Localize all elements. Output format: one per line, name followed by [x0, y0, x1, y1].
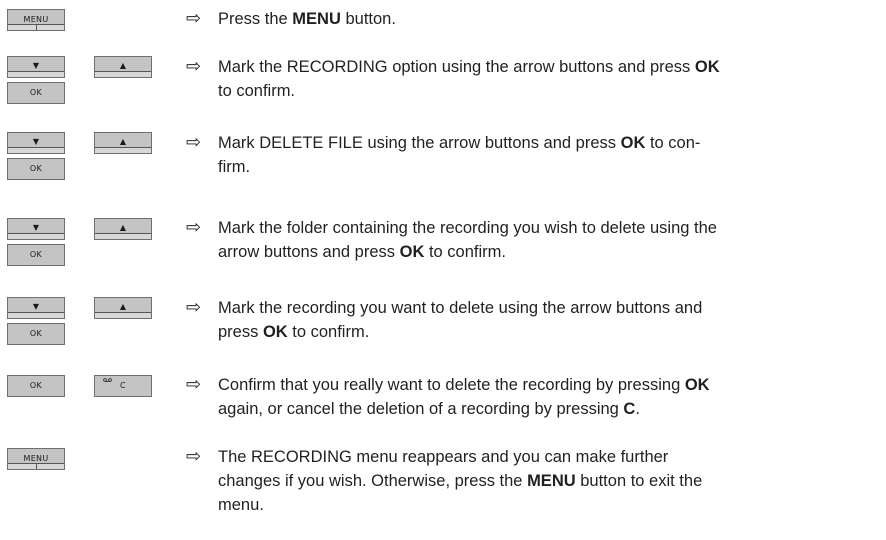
right-arrow-icon: ⇨	[186, 56, 202, 77]
up-arrow-icon: ▲	[119, 302, 127, 311]
menu-button-label: MENU	[23, 454, 49, 463]
ok-button[interactable]: OK	[7, 323, 65, 345]
down-arrow-icon: ▼	[32, 137, 40, 146]
right-arrow-icon: ⇨	[186, 132, 202, 153]
up-arrow-icon: ▲	[119, 137, 127, 146]
up-arrow-button[interactable]: ▲	[94, 297, 152, 319]
up-arrow-button[interactable]: ▲	[94, 56, 152, 78]
c-button[interactable]: C	[94, 375, 152, 397]
instruction-step-3: ⇨ Mark DELETE FILE using the arrow butto…	[186, 132, 701, 176]
down-arrow-button[interactable]: ▼	[7, 297, 65, 319]
right-arrow-icon: ⇨	[186, 217, 202, 238]
right-arrow-icon: ⇨	[186, 297, 202, 318]
ok-button-label: OK	[29, 88, 43, 97]
right-arrow-icon: ⇨	[186, 446, 202, 467]
ok-button[interactable]: OK	[7, 375, 65, 397]
instruction-step-1: ⇨ Press the MENU button.	[186, 8, 396, 29]
ok-button-label: OK	[29, 329, 43, 338]
instruction-step-2: ⇨ Mark the RECORDING option using the ar…	[186, 56, 720, 100]
instruction-step-5: ⇨ Mark the recording you want to delete …	[186, 297, 703, 341]
right-arrow-icon: ⇨	[186, 8, 202, 29]
up-arrow-icon: ▲	[119, 61, 127, 70]
down-arrow-button[interactable]: ▼	[7, 132, 65, 154]
instruction-step-4: ⇨ Mark the folder containing the recordi…	[186, 217, 717, 261]
ok-button-label: OK	[29, 164, 43, 173]
ok-button[interactable]: OK	[7, 82, 65, 104]
menu-button[interactable]: MENU	[7, 448, 65, 470]
down-arrow-icon: ▼	[32, 302, 40, 311]
menu-button-label: MENU	[23, 15, 49, 24]
right-arrow-icon: ⇨	[186, 374, 202, 395]
ok-button-label: OK	[29, 250, 43, 259]
c-button-label: C	[120, 381, 126, 390]
ok-button[interactable]: OK	[7, 158, 65, 180]
down-arrow-button[interactable]: ▼	[7, 56, 65, 78]
up-arrow-icon: ▲	[119, 223, 127, 232]
down-arrow-icon: ▼	[32, 223, 40, 232]
ok-button-label: OK	[29, 381, 43, 390]
up-arrow-button[interactable]: ▲	[94, 132, 152, 154]
instruction-step-6: ⇨ Confirm that you really want to delete…	[186, 374, 710, 418]
instruction-step-7: ⇨ The RECORDING menu reappears and you c…	[186, 446, 703, 514]
down-arrow-button[interactable]: ▼	[7, 218, 65, 240]
ok-button[interactable]: OK	[7, 244, 65, 266]
down-arrow-icon: ▼	[32, 61, 40, 70]
menu-button[interactable]: MENU	[7, 9, 65, 31]
up-arrow-button[interactable]: ▲	[94, 218, 152, 240]
